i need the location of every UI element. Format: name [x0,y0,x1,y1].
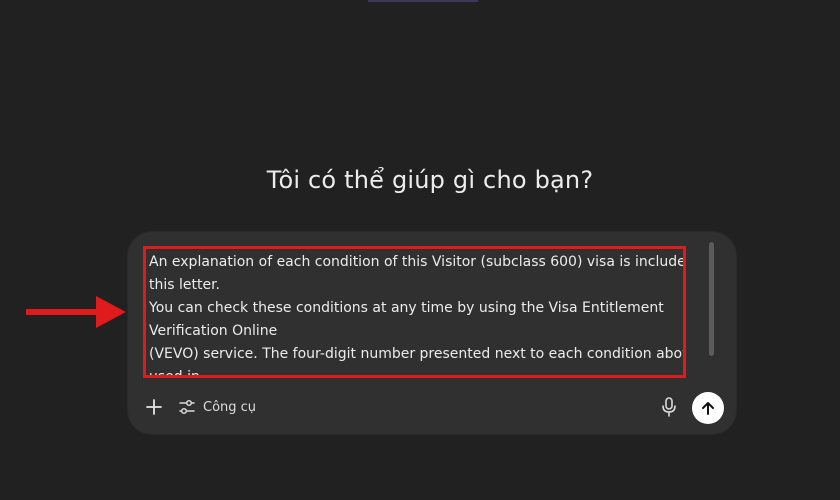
composer-toolbar: Công cụ [128,389,736,427]
arrow-up-icon [702,402,714,415]
sliders-icon [179,399,195,415]
tools-button[interactable]: Công cụ [178,396,256,418]
red-arrow-annotation-icon [26,296,126,328]
prompt-line: (VEVO) service. The four-digit number pr… [149,346,686,362]
send-button[interactable] [692,392,724,424]
page-heading: Tôi có thể giúp gì cho bạn? [266,166,594,194]
tools-label: Công cụ [203,399,257,415]
chat-composer[interactable]: An explanation of each condition of this… [128,232,736,434]
plus-icon [146,399,162,415]
prompt-line: used in [149,369,200,378]
prompt-scrollbar[interactable] [709,242,714,356]
prompt-input-highlighted[interactable]: An explanation of each condition of this… [143,246,686,378]
prompt-line: Verification Online [149,323,278,339]
microphone-button[interactable] [660,396,678,418]
add-button[interactable] [144,396,164,418]
prompt-line: this letter. [149,277,221,293]
prompt-line: An explanation of each condition of this… [149,254,686,270]
microphone-icon [662,397,676,417]
prompt-line: You can check these conditions at any ti… [149,300,664,316]
top-edge-bar [368,0,478,2]
